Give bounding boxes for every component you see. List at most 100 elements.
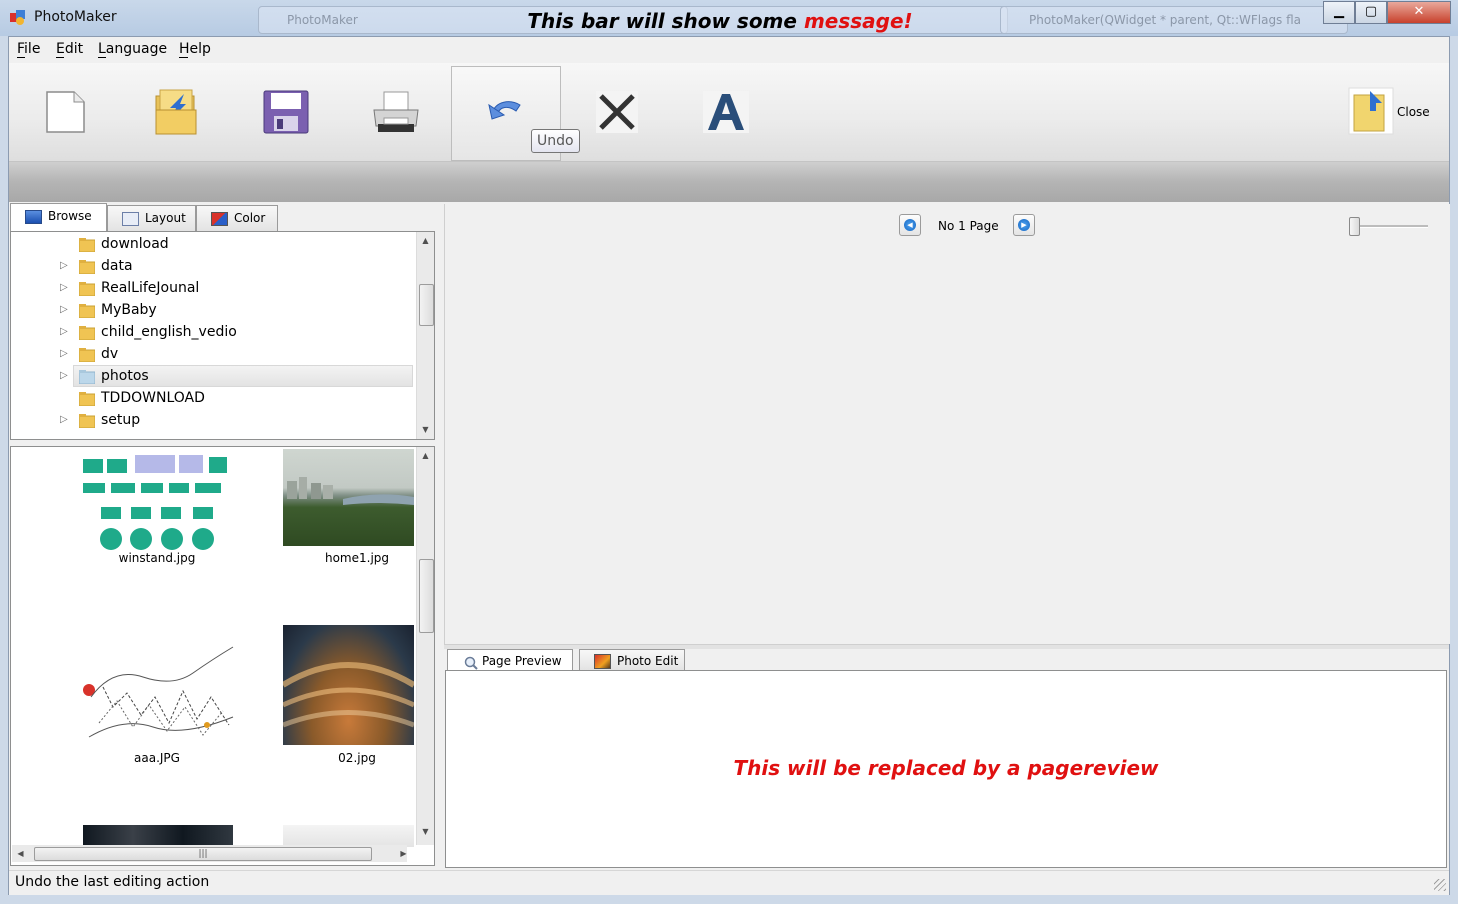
thumbnail-partial[interactable]	[83, 825, 233, 847]
menu-edit[interactable]: Edit	[56, 41, 83, 57]
scroll-up-icon[interactable]: ▲	[417, 232, 434, 249]
menu-help[interactable]: Help	[179, 41, 211, 57]
scroll-right-icon[interactable]: ▶	[395, 845, 412, 862]
status-text: Undo the last editing action	[15, 874, 210, 890]
menu-file[interactable]: File	[17, 41, 40, 57]
new-page-icon	[46, 91, 86, 137]
expand-arrow-icon[interactable]: ▷	[60, 321, 68, 343]
save-button[interactable]	[231, 66, 339, 160]
new-button[interactable]	[12, 66, 120, 160]
mnemonic-underline	[17, 57, 25, 58]
monitor-icon	[25, 209, 42, 224]
floppy-disk-icon	[263, 90, 309, 138]
menu-bar	[9, 37, 1449, 63]
thumbnail-home1[interactable]	[283, 449, 414, 546]
zoom-slider-handle[interactable]	[1349, 217, 1360, 236]
thumbnail-panel[interactable]: winstand.jpg home1.jpg aaa.JPG 02.jpg ▲ …	[10, 446, 435, 866]
mnemonic-underline	[56, 57, 64, 58]
page-view[interactable]	[444, 204, 1450, 644]
tree-item[interactable]: ▷ RealLifeJounal	[11, 277, 411, 299]
message-accent: message!	[803, 9, 913, 33]
thumbnail-winstand[interactable]	[81, 455, 231, 551]
tab-layout[interactable]: Layout	[107, 205, 196, 231]
expand-arrow-icon[interactable]: ▷	[60, 365, 68, 387]
scroll-thumb[interactable]: |||	[34, 847, 372, 861]
tab-browse-label: Browse	[48, 209, 92, 223]
zoom-slider-track[interactable]	[1350, 225, 1428, 228]
expand-arrow-icon[interactable]: ▷	[60, 299, 68, 321]
expand-arrow-icon[interactable]: ▷	[60, 343, 68, 365]
letter-a-icon	[702, 90, 750, 138]
scroll-down-icon[interactable]: ▼	[417, 823, 434, 840]
tree-item-label: dv	[101, 346, 119, 362]
status-bar	[9, 870, 1449, 895]
folder-icon	[78, 259, 96, 275]
folder-icon	[78, 237, 96, 253]
tab-photo-edit-label: Photo Edit	[617, 654, 679, 668]
expand-arrow-icon[interactable]: ▷	[60, 409, 68, 431]
expand-arrow-icon[interactable]: ▷	[60, 255, 68, 277]
tree-item-label: photos	[101, 368, 149, 384]
thumbnail-aaa[interactable]	[83, 627, 235, 747]
message-prefix: This bar will show some	[527, 9, 804, 33]
tree-item[interactable]: ▷ dv	[11, 343, 411, 365]
thumbnail-label: 02.jpg	[338, 751, 376, 765]
tree-item-label: MyBaby	[101, 302, 157, 318]
tree-item-label: data	[101, 258, 133, 274]
tree-item-label: child_english_vedio	[101, 324, 237, 340]
tree-item[interactable]: ▷ data	[11, 255, 411, 277]
tab-page-preview-label: Page Preview	[482, 654, 562, 668]
next-page-icon: ▶	[1018, 219, 1030, 231]
preview-placeholder-text: This will be replaced by a pagereview	[733, 756, 1159, 780]
print-button[interactable]	[340, 66, 448, 160]
tree-item[interactable]: ▷ MyBaby	[11, 299, 411, 321]
thumbnail-hscrollbar[interactable]: ◀ ||| ▶	[12, 845, 407, 862]
tab-browse[interactable]: Browse	[10, 203, 107, 232]
undo-tooltip: Undo	[531, 129, 580, 153]
tree-item[interactable]: download	[11, 233, 411, 255]
tab-page-preview[interactable]: Page Preview	[447, 649, 573, 671]
photo-edit-icon	[594, 654, 611, 669]
close-label[interactable]: Close	[1397, 105, 1430, 119]
thumbnail-partial[interactable]	[283, 825, 414, 847]
folder-icon	[78, 303, 96, 319]
tree-item[interactable]: ▷ setup	[11, 409, 411, 431]
scroll-up-icon[interactable]: ▲	[417, 447, 434, 464]
tree-scrollbar[interactable]: ▲ ▼	[416, 232, 434, 439]
scroll-down-icon[interactable]: ▼	[417, 421, 434, 438]
thumbnail-label: aaa.JPG	[134, 751, 180, 765]
tab-color-label: Color	[234, 211, 266, 225]
palette-icon	[211, 211, 228, 226]
tree-item-label: TDDOWNLOAD	[101, 390, 205, 406]
previous-page-button[interactable]: ◀	[899, 214, 921, 236]
scroll-left-icon[interactable]: ◀	[12, 845, 29, 862]
thumbnail-scrollbar[interactable]: ▲ ▼	[416, 447, 434, 845]
expand-arrow-icon[interactable]: ▷	[60, 277, 68, 299]
resize-grip[interactable]	[1434, 879, 1446, 891]
folder-tree[interactable]: download ▷ data ▷ RealLifeJounal ▷ MyBaby ▷…	[10, 231, 435, 440]
tree-item-label: download	[101, 236, 169, 252]
message-bar	[9, 162, 1449, 202]
scroll-thumb[interactable]	[419, 559, 434, 633]
mnemonic-underline	[98, 57, 106, 58]
tab-color[interactable]: Color	[196, 205, 278, 231]
scroll-thumb[interactable]	[419, 284, 434, 326]
text-button[interactable]	[671, 66, 779, 160]
close-document-icon	[1348, 87, 1394, 139]
tree-item[interactable]: TDDOWNLOAD	[11, 387, 411, 409]
printer-icon	[372, 90, 420, 138]
layout-icon	[122, 211, 139, 226]
page-number-label: No 1 Page	[938, 219, 999, 233]
menu-language[interactable]: Language	[98, 41, 167, 57]
folder-icon	[78, 369, 96, 385]
open-button[interactable]	[121, 66, 229, 160]
tree-item-selected[interactable]: ▷ photos	[11, 365, 413, 387]
tab-photo-edit[interactable]: Photo Edit	[579, 649, 685, 671]
thumbnail-02[interactable]	[281, 625, 416, 745]
open-folder-icon	[154, 88, 200, 140]
tree-item-label: setup	[101, 412, 141, 428]
folder-icon	[78, 413, 96, 429]
next-page-button[interactable]: ▶	[1013, 214, 1035, 236]
folder-icon	[78, 325, 96, 341]
tree-item[interactable]: ▷ child_english_vedio	[11, 321, 411, 343]
